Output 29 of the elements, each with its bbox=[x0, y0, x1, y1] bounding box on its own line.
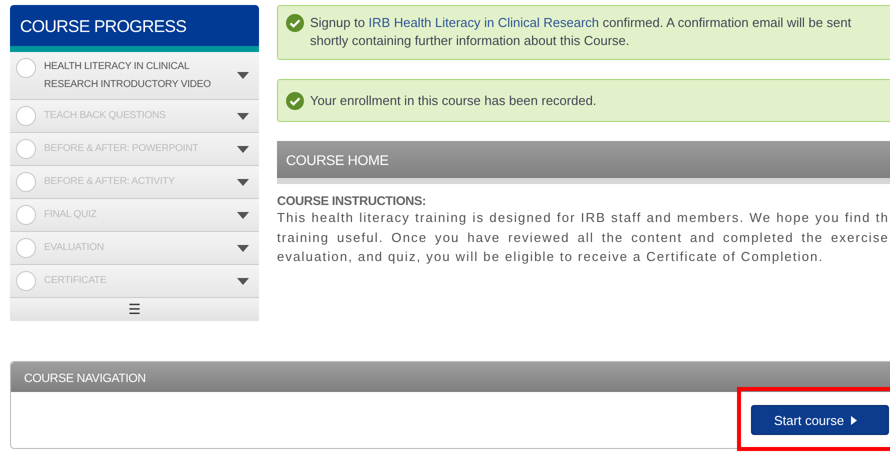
alert-message: Signup to IRB Health Literacy in Clinical Research confirmed. A confirmation email will be sent shortly containing further information about this Course. bbox=[310, 14, 852, 50]
caret-icon bbox=[237, 278, 249, 284]
caret-icon bbox=[237, 178, 249, 186]
instructions-heading: COURSE INSTRUCTIONS: bbox=[277, 194, 427, 208]
progress-item-label: HEALTH LITERACY IN CLINICAL RESEARCH INTRODUCTORY VIDEO bbox=[44, 60, 212, 92]
caret-icon bbox=[237, 244, 249, 252]
caret-icon bbox=[237, 146, 249, 152]
status-circle-icon bbox=[16, 139, 36, 159]
status-circle-icon bbox=[16, 271, 36, 291]
course-link[interactable]: IRB Health Literacy in Clinical Research bbox=[368, 15, 600, 30]
alert-message: Your enrollment in this course has been recorded. bbox=[310, 92, 598, 110]
status-circle-icon bbox=[16, 58, 36, 78]
caret-icon bbox=[237, 112, 249, 120]
status-circle-icon bbox=[16, 205, 36, 225]
start-course-button[interactable]: Start course bbox=[751, 405, 889, 435]
status-circle-icon bbox=[16, 238, 36, 258]
navigation-header: COURSE NAVIGATION bbox=[11, 362, 890, 392]
progress-item[interactable]: HEALTH LITERACY IN CLINICAL RESEARCH INTRODUCTORY VIDEO bbox=[10, 52, 259, 100]
caret-right-icon bbox=[851, 416, 858, 424]
section-header: COURSE HOME bbox=[277, 141, 890, 184]
caret-icon bbox=[237, 72, 249, 79]
sidebar-title: COURSE PROGRESS bbox=[10, 5, 259, 52]
caret-icon bbox=[237, 212, 249, 218]
status-circle-icon bbox=[16, 172, 36, 192]
check-circle-icon bbox=[286, 92, 304, 110]
check-circle-icon bbox=[286, 14, 304, 32]
menu-button[interactable]: ☰ bbox=[128, 300, 141, 318]
instructions-text: This health literacy training is designed for IRB staff and members. We hope you find th training useful. Once you have reviewed all the content and completed the exercise evaluation, and quiz, you will be eligible to receive a Certificate of Completion. bbox=[277, 209, 889, 266]
status-circle-icon bbox=[16, 106, 36, 126]
